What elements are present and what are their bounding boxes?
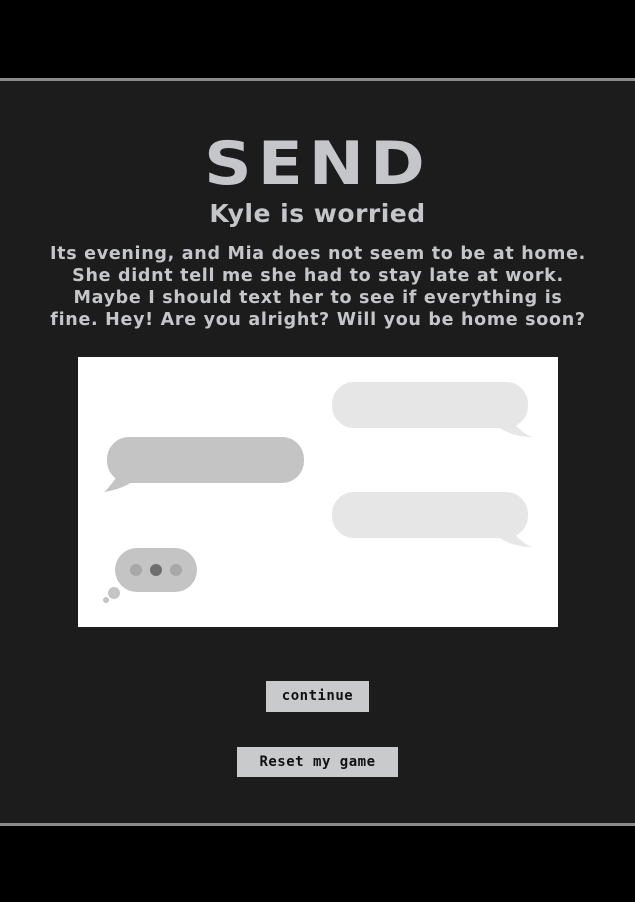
reset-game-button[interactable]: Reset my game: [237, 747, 398, 777]
outgoing-message-bubble: [332, 382, 533, 437]
game-page: SEND Kyle is worried Its evening, and Mi…: [0, 0, 635, 902]
outgoing-message-bubble: [332, 492, 533, 547]
game-logo: SEND: [204, 128, 431, 199]
chat-bubbles-image: [103, 382, 533, 603]
game-panel: SEND Kyle is worried Its evening, and Mi…: [0, 78, 635, 826]
incoming-message-bubble: [104, 437, 304, 492]
scene-title: Kyle is worried: [209, 199, 426, 228]
story-line: fine. Hey! Are you alright? Will you be …: [50, 310, 586, 330]
story-line: Maybe I should text her to see if everyt…: [73, 288, 563, 308]
story-text: Its evening, and Mia does not seem to be…: [28, 243, 608, 331]
story-line: Its evening, and Mia does not seem to be…: [49, 244, 587, 264]
typing-indicator-icon: [103, 548, 197, 603]
continue-button[interactable]: continue: [266, 681, 369, 712]
story-line: She didnt tell me she had to stay late a…: [72, 266, 564, 286]
chat-illustration: [78, 357, 558, 627]
